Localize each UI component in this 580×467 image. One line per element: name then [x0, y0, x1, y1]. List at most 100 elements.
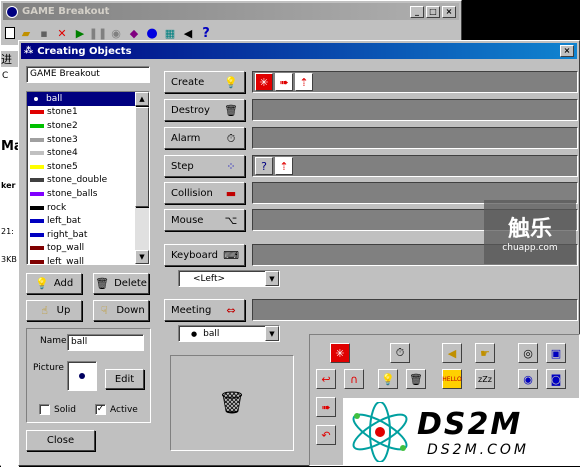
event-collision-button[interactable]: Collision ▬ [164, 182, 245, 204]
save-icon[interactable]: ▪ [37, 26, 51, 40]
action-question-icon[interactable]: ? [255, 157, 273, 175]
action-explode-icon[interactable]: ✳ [255, 73, 273, 91]
object-list-item[interactable]: stone_double [27, 174, 136, 188]
keyboard-icon: ⌨ [223, 248, 239, 262]
palette-mouse-icon[interactable]: ▣ [546, 343, 566, 363]
event-destroy-button[interactable]: Destroy 🗑 [164, 99, 245, 121]
palette-alarm-icon[interactable]: ⏱ [390, 343, 410, 363]
object-list-item[interactable]: rock [27, 201, 136, 215]
active-check-mark: ✓ [95, 404, 106, 415]
run-icon[interactable]: ▶ [73, 26, 87, 40]
event-step-button[interactable]: Step ⁘ [164, 155, 245, 177]
name-input[interactable]: ball [67, 334, 144, 351]
bulb-icon: 💡 [224, 75, 238, 89]
pause-icon[interactable]: ❚❚ [89, 26, 107, 40]
object-name: stone_balls [47, 188, 98, 199]
object-list-item[interactable]: ball [27, 92, 136, 106]
event-meeting-button[interactable]: Meeting ⇔ [164, 299, 245, 321]
minimize-button[interactable]: _ [410, 5, 424, 18]
trash-drop-area[interactable]: 🗑 [170, 355, 294, 451]
scroll-thumb[interactable] [135, 107, 149, 207]
object-list-item[interactable]: left_wall [27, 255, 136, 264]
event-mouse-button[interactable]: Mouse ⌥ [164, 209, 245, 231]
event-keyboard-button[interactable]: Keyboard ⌨ [164, 244, 245, 266]
meeting-object-select[interactable]: ● ball ▼ [178, 325, 280, 342]
object-list-item[interactable]: left_bat [27, 214, 136, 228]
object-name: stone5 [47, 161, 78, 172]
picture-icon[interactable]: ▦ [163, 26, 177, 40]
event-meeting-actions[interactable] [252, 299, 578, 321]
maximize-button[interactable]: □ [426, 5, 440, 18]
chevron-down-icon[interactable]: ▼ [265, 271, 279, 286]
event-alarm-button[interactable]: Alarm ⏱ [164, 127, 245, 149]
object-sprite-icon [30, 164, 44, 169]
new-file-icon[interactable] [5, 27, 15, 39]
object-list-item[interactable]: stone2 [27, 119, 136, 133]
keyboard-key-select[interactable]: <Left> ▼ [178, 270, 280, 287]
sound-icon[interactable]: ◀ [181, 26, 195, 40]
picture-preview[interactable] [67, 361, 97, 391]
palette-circle-icon[interactable]: ◎ [518, 343, 538, 363]
stop-icon[interactable]: ◉ [109, 26, 123, 40]
object-list-item[interactable]: right_bat [27, 228, 136, 242]
down-button[interactable]: ☟ Down [93, 300, 149, 321]
object-icon[interactable]: ◆ [127, 26, 141, 40]
object-list-item[interactable]: stone5 [27, 160, 136, 174]
event-destroy-actions[interactable] [252, 99, 578, 121]
event-step-actions[interactable]: ? ⇡ [252, 155, 578, 177]
action-move-up-icon[interactable]: ⇡ [295, 73, 313, 91]
active-checkbox[interactable]: ✓ Active [95, 404, 138, 415]
palette-jump-icon[interactable]: ∩ [344, 369, 364, 389]
object-list-item[interactable]: stone3 [27, 133, 136, 147]
object-list-item[interactable]: stone1 [27, 106, 136, 120]
event-create-actions[interactable]: ✳ ➠ ⇡ [252, 71, 578, 93]
scroll-down-arrow[interactable]: ▼ [135, 250, 149, 264]
open-folder-icon[interactable]: ▰ [19, 26, 33, 40]
palette-sound-icon[interactable]: ◀ [442, 343, 462, 363]
event-label: Collision [171, 187, 213, 199]
object-list-item[interactable]: top_wall [27, 242, 136, 256]
palette-move-right-icon[interactable]: ➠ [316, 397, 336, 417]
object-list[interactable]: ball stone1 stone2 stone3 stone4 stone5 stone_… [26, 91, 150, 265]
edit-button[interactable]: Edit [105, 369, 144, 389]
strip-label-4: ker [1, 181, 16, 190]
object-sprite-icon [30, 137, 44, 142]
close-dialog-button[interactable]: × [560, 45, 574, 57]
palette-bulb-icon[interactable]: 💡 [378, 369, 398, 389]
strip-label-3: Ma [1, 139, 19, 154]
up-button[interactable]: ☝ Up [26, 300, 82, 321]
palette-target-icon[interactable]: ◉ [518, 369, 538, 389]
action-move-right-icon[interactable]: ➠ [275, 73, 293, 91]
object-name: stone3 [47, 134, 78, 145]
scroll-up-arrow[interactable]: ▲ [135, 92, 149, 106]
solid-checkbox[interactable]: Solid [39, 404, 76, 415]
strip-label-6: 3KB [1, 255, 17, 264]
help-icon[interactable]: ? [199, 26, 213, 40]
close-main-button[interactable]: × [442, 5, 456, 18]
close-button[interactable]: Close [26, 430, 95, 451]
palette-hello-icon[interactable]: HELLO [442, 369, 462, 389]
palette-bounce-icon[interactable]: ↩ [316, 369, 336, 389]
palette-curve-icon[interactable]: ↶ [316, 425, 336, 445]
sphere-icon[interactable]: ● [145, 26, 159, 40]
list-scrollbar[interactable]: ▲ ▼ [135, 92, 149, 264]
delete-button[interactable]: 🗑 Delete [93, 273, 149, 294]
palette-explode-icon[interactable]: ✳ [330, 343, 350, 363]
chevron-down-icon[interactable]: ▼ [265, 326, 279, 341]
event-create-button[interactable]: Create 💡 [164, 71, 245, 93]
wall-icon: ▬ [225, 186, 237, 200]
object-list-item[interactable]: stone_balls [27, 187, 136, 201]
palette-mouse2-icon[interactable]: ◙ [546, 369, 566, 389]
down-label: Down [116, 305, 145, 316]
palette-trash-icon[interactable]: 🗑 [406, 369, 426, 389]
delete-x-icon[interactable]: ✕ [55, 26, 69, 40]
palette-sleep-icon[interactable]: zZz [475, 369, 495, 389]
object-list-item[interactable]: stone4 [27, 146, 136, 160]
add-button[interactable]: 💡 Add [26, 273, 82, 294]
event-alarm-actions[interactable] [252, 127, 578, 149]
palette-hand-icon[interactable]: ☛ [475, 343, 495, 363]
game-name-field[interactable]: GAME Breakout [26, 66, 150, 83]
add-label: Add [53, 278, 74, 289]
action-move-up-icon[interactable]: ⇡ [275, 157, 293, 175]
object-name: stone4 [47, 148, 78, 159]
